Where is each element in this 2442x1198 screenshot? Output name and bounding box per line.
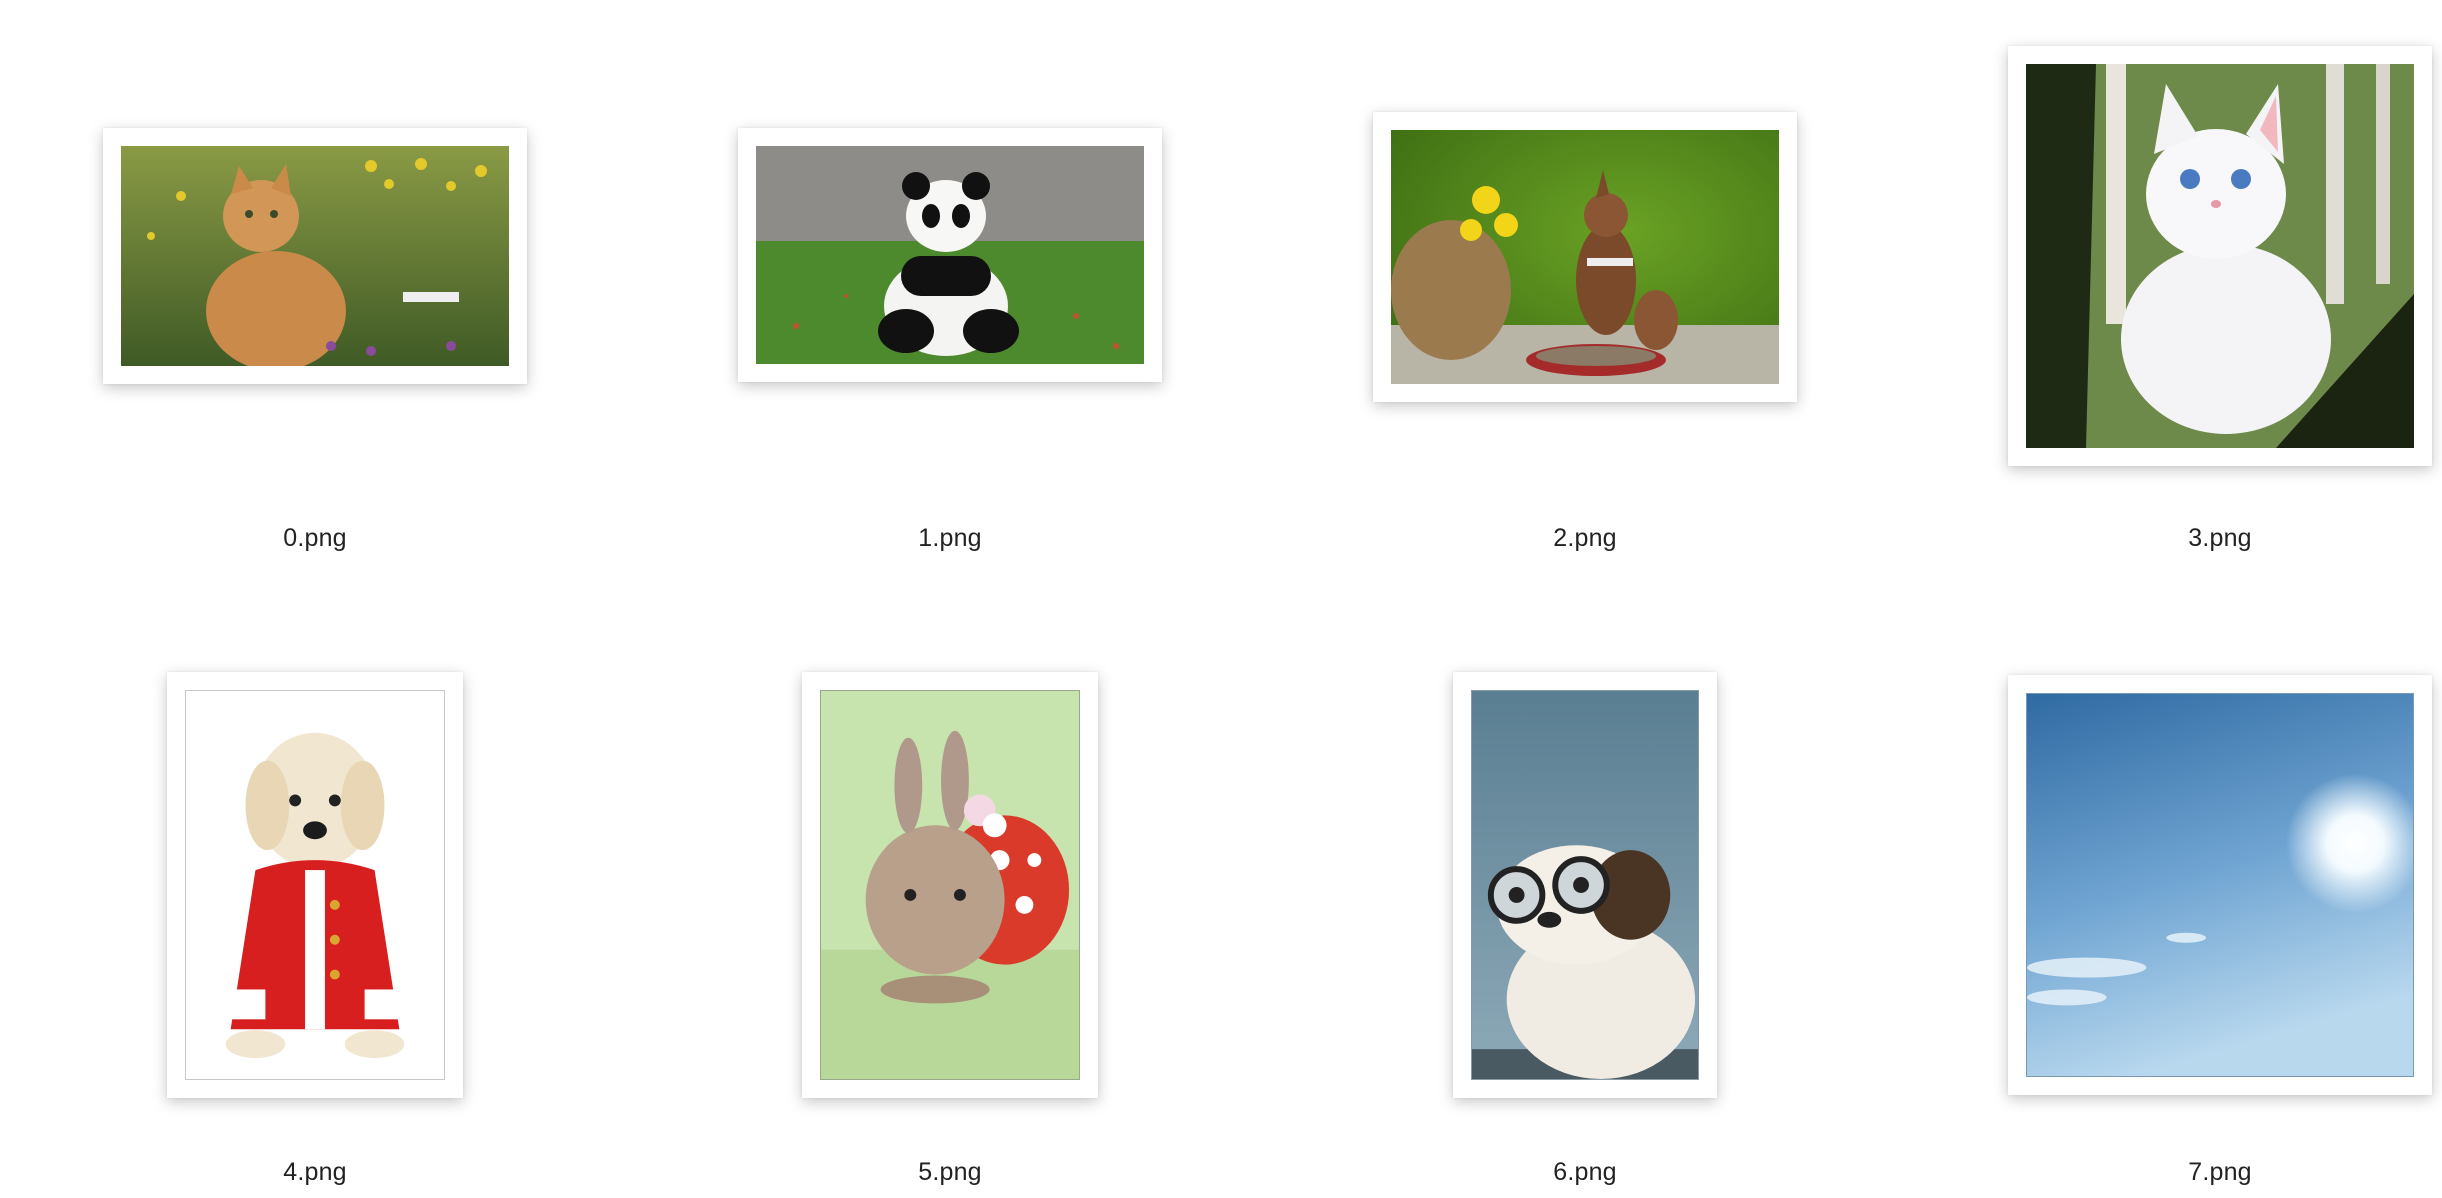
thumbnail-image (185, 690, 445, 1080)
puppy-image-icon (186, 691, 444, 1079)
file-name: 7.png (2188, 1158, 2252, 1186)
file-item-4[interactable]: 4.png (0, 599, 630, 1198)
thumbnail-image (756, 146, 1144, 364)
sky-image-icon (2027, 694, 2413, 1076)
file-item-5[interactable]: 5.png (635, 599, 1265, 1198)
thumbnail-frame[interactable] (2008, 46, 2432, 466)
thumbnail-image (121, 146, 509, 366)
bunny-image-icon (821, 691, 1079, 1079)
thumbnail-image (2026, 64, 2414, 448)
cat-image-icon (121, 146, 509, 366)
thumbnail-frame[interactable] (1453, 672, 1717, 1098)
file-item-7[interactable]: 7.png (1905, 599, 2442, 1198)
file-item-0[interactable]: 0.png (0, 0, 630, 599)
file-item-3[interactable]: 3.png (1905, 0, 2442, 599)
thumbnail-frame[interactable] (738, 128, 1162, 382)
file-name: 4.png (283, 1158, 347, 1186)
file-name: 3.png (2188, 524, 2252, 552)
thumbnail-frame[interactable] (2008, 675, 2432, 1095)
thumbnail-image (1391, 130, 1779, 384)
file-name: 2.png (1553, 524, 1617, 552)
file-item-2[interactable]: 2.png (1270, 0, 1900, 599)
panda-image-icon (756, 146, 1144, 364)
file-name: 6.png (1553, 1158, 1617, 1186)
thumbnail-image (2026, 693, 2414, 1077)
white-kitten-image-icon (2026, 64, 2414, 448)
thumbnail-frame[interactable] (103, 128, 527, 384)
thumbnail-frame[interactable] (802, 672, 1098, 1098)
thumbnail-frame[interactable] (1373, 112, 1797, 402)
file-item-1[interactable]: 1.png (635, 0, 1265, 599)
file-name: 5.png (918, 1158, 982, 1186)
file-item-6[interactable]: 6.png (1270, 599, 1900, 1198)
file-name: 1.png (918, 524, 982, 552)
thumbnail-image (1471, 690, 1699, 1080)
thumbnail-frame[interactable] (167, 672, 463, 1098)
thumbnail-image (820, 690, 1080, 1080)
squirrel-image-icon (1391, 130, 1779, 384)
puppy-glasses-image-icon (1472, 691, 1698, 1079)
file-name: 0.png (283, 524, 347, 552)
